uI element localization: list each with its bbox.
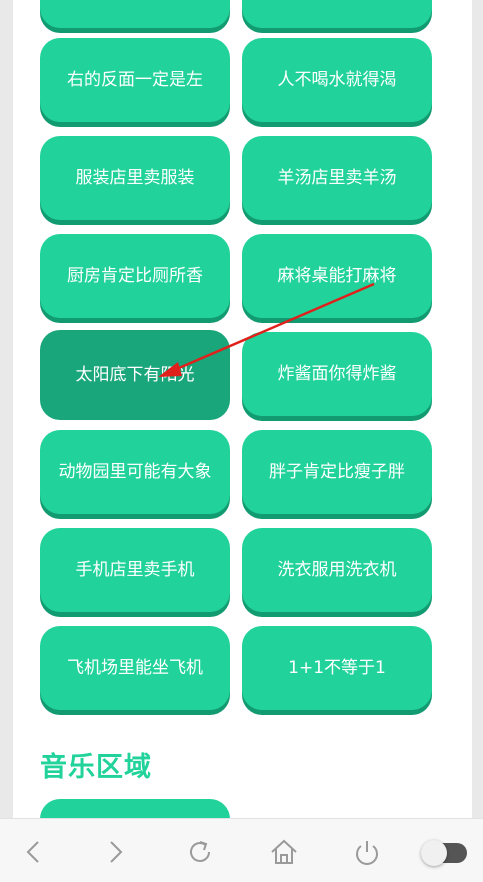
phrase-button[interactable]: 1+1不等于1: [242, 626, 432, 710]
power-icon[interactable]: [352, 837, 382, 867]
toggle-knob: [421, 840, 447, 866]
phrase-button[interactable]: 手机店里卖手机: [40, 528, 230, 612]
phrase-button[interactable]: 右的反面一定是左: [40, 38, 230, 122]
phrase-button[interactable]: 服装店里卖服装: [40, 136, 230, 220]
home-icon[interactable]: [269, 837, 299, 867]
phrase-button[interactable]: 人不喝水就得渴: [242, 38, 432, 122]
phrase-button[interactable]: 胖子肯定比瘦子胖: [242, 430, 432, 514]
phrase-button[interactable]: 动物园里可能有大象: [40, 430, 230, 514]
phrase-button[interactable]: 洗衣服用洗衣机: [242, 528, 432, 612]
phrase-button[interactable]: 厨房肯定比厕所香: [40, 234, 230, 318]
phrase-button[interactable]: 麻将桌能打麻将: [242, 234, 432, 318]
phrase-button-partial-left[interactable]: [40, 0, 230, 28]
back-icon[interactable]: [18, 837, 48, 867]
phrase-button[interactable]: 飞机场里能坐飞机: [40, 626, 230, 710]
phrase-button-pressed[interactable]: 太阳底下有阳光: [40, 330, 230, 420]
music-button-partial[interactable]: [40, 799, 230, 818]
toggle-switch[interactable]: [421, 840, 467, 866]
phrase-button-partial-right[interactable]: [242, 0, 432, 28]
section-title: 音乐区域: [40, 752, 152, 783]
page-content: 右的反面一定是左 人不喝水就得渴 服装店里卖服装 羊汤店里卖羊汤 厨房肯定比厕所…: [13, 0, 472, 818]
forward-icon[interactable]: [101, 837, 131, 867]
phrase-button[interactable]: 羊汤店里卖羊汤: [242, 136, 432, 220]
phrase-button[interactable]: 炸酱面你得炸酱: [242, 332, 432, 416]
refresh-icon[interactable]: [185, 837, 215, 867]
bottom-navigation-bar: [0, 818, 483, 882]
